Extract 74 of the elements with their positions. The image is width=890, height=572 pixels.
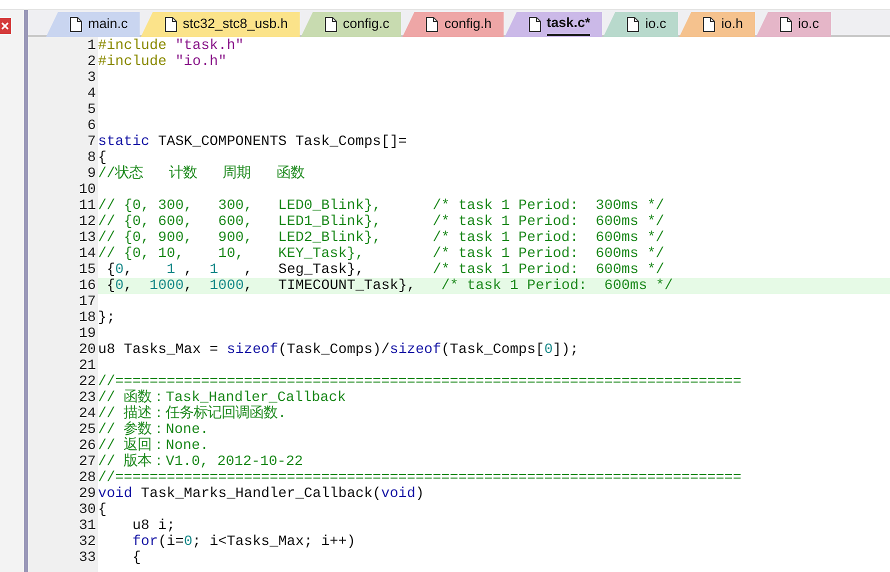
file-tab[interactable]: task.c*	[504, 12, 602, 37]
line-number: 27	[78, 454, 96, 470]
code-line: u8 Tasks_Max = sizeof(Task_Comps)/sizeof(Task_Comps[0]);	[98, 342, 580, 358]
line-number: 15	[78, 262, 96, 278]
line-number: 2	[87, 54, 96, 70]
line-number: 5	[86, 102, 96, 118]
file-tab[interactable]: stc32_stc8_usb.h	[140, 12, 300, 37]
file-icon	[426, 17, 438, 32]
file-tab[interactable]: config.h	[402, 12, 504, 37]
line-number: 9	[87, 166, 96, 182]
file-icon	[780, 17, 792, 32]
line-number: 32	[78, 534, 96, 550]
code-line: {	[98, 502, 108, 518]
line-number: 26	[78, 438, 96, 454]
file-tab[interactable]: main.c	[46, 12, 140, 37]
line-number: 4	[86, 86, 96, 102]
line-number: 3	[86, 70, 96, 86]
code-line: //状态 计数 周期 函数	[98, 166, 306, 182]
file-tab[interactable]: io.c	[603, 12, 678, 37]
code-line: // 描述：任务标记回调函数.	[98, 406, 288, 422]
line-number: 31	[78, 518, 96, 534]
code-line: // 版本：V1.0, 2012-10-22	[98, 454, 304, 470]
line-number: 18	[78, 310, 96, 326]
line-number: 16	[78, 278, 96, 294]
file-tab[interactable]: config.c	[300, 12, 402, 37]
line-number: 13	[78, 230, 96, 246]
code-line: // {0, 300, 300, LED0_Blink}, /* task 1 Period: 300ms */	[98, 198, 666, 214]
file-icon	[70, 17, 82, 32]
code-line: // 函数：Task_Handler_Callback	[98, 390, 347, 406]
file-icon	[324, 17, 337, 32]
code-line: // 返回：None.	[98, 438, 210, 454]
code-line: u8 i;	[131, 518, 176, 534]
code-line: // {0, 10, 10, KEY_Task}, /* task 1 Period: 600ms */	[98, 246, 666, 262]
code-line: {	[98, 150, 108, 166]
line-number: 7	[87, 134, 96, 150]
code-line: static TASK_COMPONENTS Task_Comps[]=	[98, 134, 408, 150]
code-line: for(i=0; i<Tasks_Max; i++)	[131, 534, 356, 550]
code-line: // {0, 900, 900, LED2_Blink}, /* task 1 Period: 600ms */	[98, 230, 666, 246]
code-line: #include "task.h"	[98, 38, 245, 54]
file-icon	[528, 17, 541, 32]
code-line: {	[131, 550, 142, 566]
line-number: 10	[78, 182, 96, 198]
line-number: 28	[78, 470, 96, 486]
line-number: 11	[78, 198, 96, 214]
line-number: 6	[86, 118, 96, 134]
code-line: // {0, 600, 600, LED1_Blink}, /* task 1 Period: 600ms */	[98, 214, 666, 230]
line-number: 8	[87, 150, 96, 166]
line-number: 33	[78, 550, 96, 566]
file-icon	[703, 17, 716, 32]
line-number: 25	[78, 422, 96, 438]
file-tab[interactable]: io.h	[679, 12, 756, 37]
line-number: 1	[87, 38, 96, 54]
line-number: 24	[78, 406, 96, 422]
code-line: // 参数：None.	[98, 422, 210, 438]
code-line: void Task_Marks_Handler_Callback(void)	[98, 486, 426, 502]
code-line: };	[98, 310, 116, 326]
code-line: #include "io.h"	[98, 54, 228, 70]
file-icon	[164, 17, 177, 32]
close-icon[interactable]	[0, 18, 11, 34]
line-number: 23	[78, 390, 96, 406]
line-number: 17	[78, 294, 96, 310]
line-number: 19	[78, 326, 96, 342]
line-number: 14	[78, 246, 96, 262]
code-line: //=========================================================================	[98, 470, 742, 486]
line-number: 22	[78, 374, 96, 390]
line-number: 29	[78, 486, 96, 502]
code-line: {0, 1 , 1 , Seg_Task}, /* task 1 Period: 600ms */	[106, 262, 666, 278]
file-tab[interactable]: io.c	[756, 12, 832, 37]
code-line: //=========================================================================	[98, 374, 742, 390]
line-number: 20	[78, 342, 96, 358]
file-icon	[627, 17, 640, 32]
line-number: 30	[78, 502, 96, 518]
line-number: 12	[78, 214, 96, 230]
line-number: 21	[78, 358, 96, 374]
